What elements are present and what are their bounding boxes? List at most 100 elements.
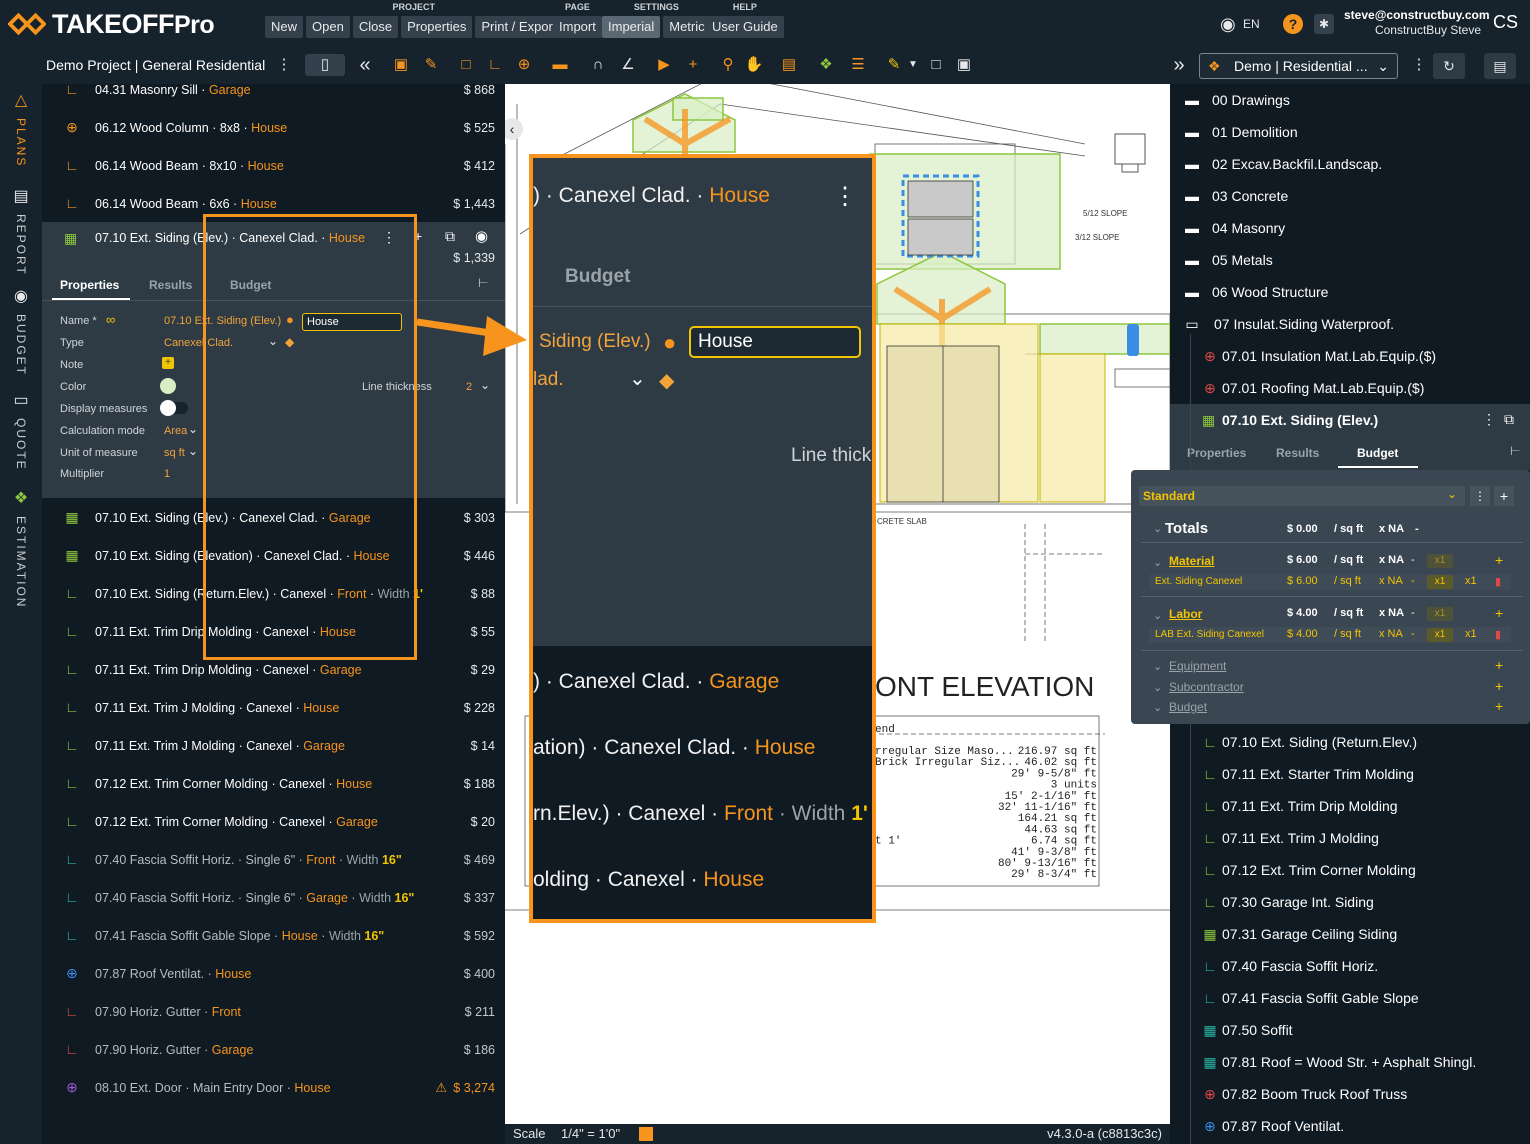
tree-item[interactable]: ∟ 07.12 Ext. Trim Corner Molding bbox=[1170, 854, 1530, 886]
tree-item[interactable]: ⊕ 07.01 Insulation Mat.Lab.Equip.($) bbox=[1170, 340, 1530, 372]
color-swatch[interactable] bbox=[160, 378, 176, 394]
polyline-tool-icon[interactable]: ∟ bbox=[486, 56, 504, 74]
rail-item-report[interactable]: ▤ REPORT bbox=[0, 186, 42, 276]
calculation-mode-value[interactable]: Area bbox=[164, 425, 187, 437]
list-icon[interactable]: ☰ bbox=[849, 56, 867, 74]
rail-item-budget[interactable]: ◉ BUDGET bbox=[0, 286, 42, 376]
globe-icon[interactable]: ◉ bbox=[1220, 14, 1236, 35]
eye-icon[interactable]: ◉ bbox=[475, 227, 488, 245]
scale-settings-icon[interactable] bbox=[639, 1127, 653, 1141]
import-button[interactable]: Import bbox=[553, 16, 602, 38]
list-item[interactable]: ∟ 07.12 Ext. Trim Corner Molding · Canexe… bbox=[42, 765, 505, 803]
metric-button[interactable]: Metric bbox=[663, 16, 711, 38]
tab-results[interactable]: Results bbox=[1276, 446, 1319, 460]
imperial-button[interactable]: Imperial bbox=[602, 16, 661, 38]
line-thickness-value[interactable]: 2 bbox=[466, 381, 472, 393]
chevron-down-icon[interactable]: ⌄ bbox=[1447, 487, 1457, 501]
ruler-icon[interactable]: ✎ bbox=[422, 56, 440, 74]
help-icon[interactable]: ? bbox=[1283, 14, 1303, 34]
avatar[interactable]: CS bbox=[1493, 12, 1518, 33]
list-item[interactable]: ∟ 07.40 Fascia Soffit Horiz. · Single 6" … bbox=[42, 841, 505, 879]
chevron-down-icon[interactable]: ⌄ bbox=[1153, 701, 1162, 714]
folder-item[interactable]: ▬ 05 Metals bbox=[1170, 244, 1530, 276]
folder-item[interactable]: ▬ 02 Excav.Backfil.Landscap. bbox=[1170, 148, 1530, 180]
copy-icon[interactable]: ⧉ bbox=[1504, 411, 1514, 428]
area-tool-icon[interactable]: □ bbox=[457, 56, 475, 74]
chevron-down-icon[interactable]: ⌄ bbox=[1153, 681, 1162, 694]
budget-label[interactable]: Budget bbox=[1169, 700, 1207, 714]
delete-icon[interactable]: ▮ bbox=[1495, 628, 1501, 641]
tree-item[interactable]: ∟ 07.30 Garage Int. Siding bbox=[1170, 886, 1530, 918]
more-vert-icon[interactable]: ⋮ bbox=[1410, 56, 1428, 74]
properties-button[interactable]: Properties bbox=[401, 16, 473, 38]
labor-item-badge[interactable]: x1 bbox=[1427, 628, 1453, 642]
material-item-name[interactable]: Ext. Siding Canexel bbox=[1155, 576, 1242, 587]
scale-tool-icon[interactable]: ∠ bbox=[619, 56, 637, 74]
unit-of-measure-value[interactable]: sq ft bbox=[164, 447, 185, 459]
chevron-down-icon[interactable]: ⌄ bbox=[1153, 660, 1162, 673]
rail-item-plans[interactable]: △ PLANS bbox=[0, 90, 42, 167]
right-selected-block[interactable]: ▦ 07.10 Ext. Siding (Elev.) ⋮ ⧉ Properti… bbox=[1170, 404, 1530, 470]
add-icon[interactable]: + bbox=[1495, 678, 1503, 694]
delete-icon[interactable]: ▮ bbox=[1495, 575, 1501, 588]
tree-item[interactable]: ⊕ 07.82 Boom Truck Roof Truss bbox=[1170, 1078, 1530, 1110]
collapse-left-icon[interactable]: « bbox=[356, 55, 374, 75]
count-tool-icon[interactable]: ⊕ bbox=[515, 56, 533, 74]
curve-tool-icon[interactable]: ∩ bbox=[589, 56, 607, 74]
labor-label[interactable]: Labor bbox=[1169, 607, 1202, 621]
material-label[interactable]: Material bbox=[1169, 554, 1214, 568]
tab-results[interactable]: Results bbox=[149, 278, 192, 292]
chevron-down-icon[interactable]: ⌄ bbox=[188, 444, 198, 458]
tree-item[interactable]: ∟ 07.10 Ext. Siding (Return.Elev.) bbox=[1170, 726, 1530, 758]
zoom-icon[interactable]: ⚲ bbox=[719, 56, 737, 74]
equipment-label[interactable]: Equipment bbox=[1169, 659, 1226, 673]
print-export-button[interactable]: Print / Export bbox=[475, 16, 563, 38]
tree-item[interactable]: ∟ 07.40 Fascia Soffit Horiz. bbox=[1170, 950, 1530, 982]
add-icon[interactable]: + bbox=[1495, 605, 1503, 621]
play-icon[interactable]: ▶ bbox=[655, 56, 673, 74]
new-button[interactable]: New bbox=[265, 16, 304, 38]
comment-icon[interactable]: □ bbox=[927, 56, 945, 74]
folder-item[interactable]: ▬ 00 Drawings bbox=[1170, 84, 1530, 116]
note-icon[interactable]: ▣ bbox=[955, 56, 973, 74]
rail-item-quote[interactable]: ▭ QUOTE bbox=[0, 390, 42, 471]
tab-budget[interactable]: Budget bbox=[1357, 446, 1398, 460]
tree-item[interactable]: ∟ 07.11 Ext. Starter Trim Molding bbox=[1170, 758, 1530, 790]
budget-template-select[interactable]: Standard bbox=[1139, 486, 1465, 506]
collapse-right-icon[interactable]: » bbox=[1170, 55, 1188, 75]
copy-icon[interactable]: ⧉ bbox=[445, 228, 455, 245]
tab-properties[interactable]: Properties bbox=[60, 278, 119, 292]
list-item[interactable]: ∟ 07.12 Ext. Trim Corner Molding · Canexe… bbox=[42, 803, 505, 841]
estimation-link-icon[interactable]: ❖ bbox=[814, 56, 838, 74]
list-item[interactable]: ∟ 07.90 Horiz. Gutter · Garage $ 186 bbox=[42, 1031, 505, 1069]
list-item[interactable]: ∟ 07.41 Fascia Soffit Gable Slope · House… bbox=[42, 917, 505, 955]
add-icon[interactable]: + bbox=[1495, 552, 1503, 568]
chevron-down-icon[interactable]: ⌄ bbox=[1153, 522, 1162, 535]
material-item-badge[interactable]: x1 bbox=[1427, 575, 1453, 589]
add-icon[interactable]: + bbox=[1495, 657, 1503, 673]
folder-item[interactable]: ▬ 03 Concrete bbox=[1170, 180, 1530, 212]
list-item[interactable]: ⊕ 06.12 Wood Column · 8x8 · House $ 525 bbox=[42, 109, 505, 147]
more-vert-icon[interactable]: ⋮ bbox=[275, 56, 293, 74]
more-vert-icon[interactable]: ⋮ bbox=[1470, 486, 1490, 506]
project-select[interactable]: Demo | Residential ... ❖ ⌄ bbox=[1199, 53, 1398, 79]
multiplier-value[interactable]: 1 bbox=[164, 468, 170, 480]
pin-icon[interactable]: ⊢ bbox=[1510, 444, 1520, 458]
list-item[interactable]: ∟ 06.14 Wood Beam · 8x10 · House $ 412 bbox=[42, 147, 505, 185]
add-icon[interactable]: + bbox=[1495, 698, 1503, 714]
subcontractor-label[interactable]: Subcontractor bbox=[1169, 680, 1244, 694]
list-item[interactable]: ∟ 07.11 Ext. Trim J Molding · Canexel · H… bbox=[42, 689, 505, 727]
folder-item[interactable]: ▬ 06 Wood Structure bbox=[1170, 276, 1530, 308]
open-button[interactable]: Open bbox=[306, 16, 350, 38]
labor-item-name[interactable]: LAB Ext. Siding Canexel bbox=[1155, 629, 1264, 640]
list-item[interactable]: ∟ 04.31 Masonry Sill · Garage $ 868 bbox=[42, 84, 505, 109]
pan-hand-icon[interactable]: ✋ bbox=[745, 56, 764, 74]
user-guide-button[interactable]: User Guide bbox=[706, 16, 784, 38]
tree-item[interactable]: ⊕ 07.01 Roofing Mat.Lab.Equip.($) bbox=[1170, 372, 1530, 404]
pin-icon[interactable]: ⊢ bbox=[478, 276, 488, 290]
tree-item[interactable]: ▦ 07.81 Roof = Wood Str. + Asphalt Shingl… bbox=[1170, 1046, 1530, 1078]
tree-item[interactable]: ▦ 07.31 Garage Ceiling Siding bbox=[1170, 918, 1530, 950]
list-item[interactable]: ∟ 07.11 Ext. Trim J Molding · Canexel · G… bbox=[42, 727, 505, 765]
tree-item[interactable]: ∟ 07.11 Ext. Trim J Molding bbox=[1170, 822, 1530, 854]
add-folder-icon[interactable]: ▤ bbox=[1484, 53, 1516, 79]
